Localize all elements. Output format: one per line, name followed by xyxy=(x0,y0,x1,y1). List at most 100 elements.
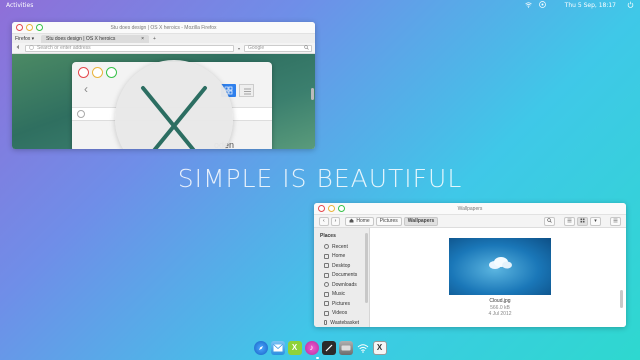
x-logo-icon[interactable]: X xyxy=(372,340,387,355)
search-icon[interactable] xyxy=(304,44,309,52)
sidebar-item-label: Desktop xyxy=(332,262,351,269)
x-app-icon[interactable]: X xyxy=(287,340,302,355)
running-indicator xyxy=(316,357,319,359)
activities-button[interactable]: Activities xyxy=(6,2,525,9)
safari-icon[interactable] xyxy=(253,340,268,355)
minimize-button[interactable] xyxy=(328,205,335,212)
sidebar-item-documents[interactable]: Documents xyxy=(314,271,369,281)
list-view-icon xyxy=(567,218,572,225)
forward-button[interactable]: › xyxy=(330,216,341,226)
accessibility-icon[interactable] xyxy=(538,1,546,10)
clock-icon xyxy=(324,244,329,250)
download-icon xyxy=(324,282,329,288)
music-note-icon xyxy=(324,291,329,297)
new-tab-button[interactable]: + xyxy=(153,36,156,42)
search-placeholder: Google xyxy=(248,45,265,51)
files-titlebar[interactable]: Wallpapers xyxy=(314,203,626,215)
url-bar[interactable]: Search or enter address xyxy=(25,44,234,52)
places-sidebar: Places Recent Home Desktop Documents Dow… xyxy=(314,228,370,327)
picture-icon xyxy=(324,301,329,307)
list-view-button[interactable] xyxy=(564,216,575,226)
home-icon xyxy=(324,253,329,259)
sidebar-item-label: Recent xyxy=(332,243,348,250)
tab-close-icon[interactable]: × xyxy=(141,36,144,42)
wifi-icon[interactable] xyxy=(524,1,532,10)
desktop-icon xyxy=(324,263,329,269)
breadcrumb-wallpapers[interactable]: Wallpapers xyxy=(403,216,439,226)
sidebar-item-music[interactable]: Music xyxy=(314,290,369,300)
maximize-button[interactable] xyxy=(36,24,43,31)
sidebar-item-label: Music xyxy=(332,291,346,298)
window-controls xyxy=(12,24,43,31)
sidebar-item-label: Videos xyxy=(332,310,348,317)
clock[interactable]: Thu 5 Sep, 18:17 xyxy=(565,2,616,9)
itunes-icon[interactable]: ♪ xyxy=(304,340,319,355)
inner-list-view-icon xyxy=(239,84,254,97)
grid-view-icon xyxy=(580,218,585,225)
grid-view-button[interactable] xyxy=(577,216,588,226)
inner-back-icon: ‹ xyxy=(84,82,88,96)
tab-label: Stu does design | OS X heroics xyxy=(46,35,116,42)
dock: X ♪ X xyxy=(248,339,392,356)
file-view[interactable]: Cloud.jpg 566.0 kB 4 Jul 2012 xyxy=(370,228,626,327)
wallpaper-tagline: SIMPLE IS BEAUTIFUL xyxy=(177,164,463,193)
search-box[interactable]: Google xyxy=(244,44,312,52)
inner-window-controls-icon xyxy=(78,67,117,78)
search-button[interactable] xyxy=(544,216,555,226)
firefox-menu-button[interactable]: Firefox ▾ xyxy=(15,36,41,42)
url-placeholder: Search or enter address xyxy=(37,45,91,51)
system-tray: Thu 5 Sep, 18:17 xyxy=(524,1,634,10)
file-thumbnail[interactable] xyxy=(449,238,551,295)
file-label[interactable]: Cloud.jpg 566.0 kB 4 Jul 2012 xyxy=(449,298,551,318)
close-button[interactable] xyxy=(16,24,23,31)
sidebar-item-pictures[interactable]: Pictures xyxy=(314,299,369,309)
globe-icon xyxy=(29,44,34,52)
mail-icon[interactable] xyxy=(270,340,285,355)
trash-icon xyxy=(324,320,328,326)
minimize-button[interactable] xyxy=(26,24,33,31)
sidebar-item-home[interactable]: Home xyxy=(314,252,369,262)
back-icon[interactable] xyxy=(15,44,21,52)
forward-icon: › xyxy=(334,218,337,224)
disk-icon[interactable] xyxy=(338,340,353,355)
home-icon xyxy=(349,218,354,225)
view-options-button[interactable]: ▾ xyxy=(590,216,601,226)
top-bar: Activities Thu 5 Sep, 18:17 xyxy=(0,0,640,11)
power-icon[interactable] xyxy=(627,1,634,10)
sidebar-item-recent[interactable]: Recent xyxy=(314,242,369,252)
hamburger-menu-icon xyxy=(613,218,618,225)
inner-stop-icon xyxy=(77,110,85,118)
sidebar-item-label: Downloads xyxy=(332,281,357,288)
sidebar-item-videos[interactable]: Videos xyxy=(314,309,369,319)
breadcrumb-home[interactable]: Home xyxy=(345,216,374,226)
wifi-icon[interactable] xyxy=(356,341,370,355)
sidebar-item-label: Home xyxy=(332,253,346,260)
tab-row: Firefox ▾ Stu does design | OS X heroics… xyxy=(12,34,315,43)
file-view-scrollbar[interactable] xyxy=(620,290,623,308)
sidebar-item-label: Documents xyxy=(332,272,358,279)
breadcrumb-label: Home xyxy=(356,218,370,224)
breadcrumb-label: Pictures xyxy=(379,218,398,224)
page-scrollbar[interactable] xyxy=(311,88,314,100)
sidebar-item-label: Wastebasket xyxy=(330,319,359,326)
sidebar-header: Places xyxy=(320,233,336,239)
firefox-window: Stu does design | OS X heroics - Mozilla… xyxy=(12,22,315,149)
close-button[interactable] xyxy=(318,205,325,212)
menu-button[interactable] xyxy=(610,216,621,226)
edit-icon[interactable] xyxy=(321,340,336,355)
file-date: 4 Jul 2012 xyxy=(488,311,512,317)
sidebar-item-wastebasket[interactable]: Wastebasket xyxy=(314,318,369,327)
files-window: Wallpapers ‹ › Home Pictures Wallpapers xyxy=(314,203,626,327)
sidebar-item-desktop[interactable]: Desktop xyxy=(314,261,369,271)
breadcrumb-pictures[interactable]: Pictures xyxy=(375,216,402,226)
back-button[interactable]: ‹ xyxy=(319,216,329,226)
search-icon xyxy=(547,217,552,225)
browser-tab[interactable]: Stu does design | OS X heroics × xyxy=(41,34,149,43)
cloud-icon xyxy=(489,257,512,269)
sidebar-item-downloads[interactable]: Downloads xyxy=(314,280,369,290)
dropdown-arrow-icon[interactable]: ▾ xyxy=(238,46,240,51)
sidebar-scrollbar[interactable] xyxy=(365,233,368,303)
maximize-button[interactable] xyxy=(338,205,345,212)
window-title: Wallpapers xyxy=(457,205,483,212)
firefox-titlebar[interactable]: Stu does design | OS X heroics - Mozilla… xyxy=(12,22,315,34)
